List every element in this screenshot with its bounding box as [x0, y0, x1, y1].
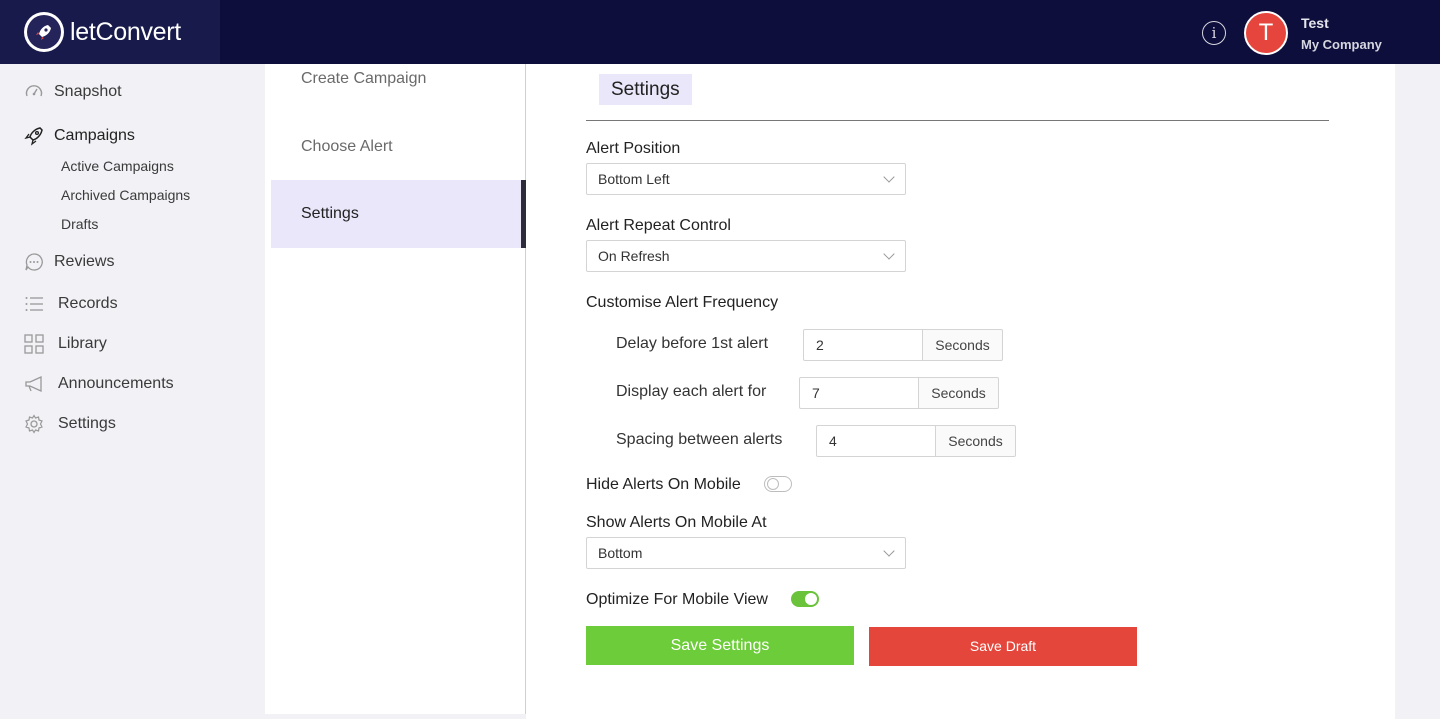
page-title: Settings: [599, 74, 692, 105]
delay-label: Delay before 1st alert: [616, 335, 769, 352]
frequency-label: Customise Alert Frequency: [586, 294, 779, 311]
sidebar-item-reviews[interactable]: Reviews: [24, 252, 114, 272]
sidebar-item-announcements[interactable]: Announcements: [24, 374, 174, 394]
campaign-steps: Create Campaign Choose Alert Settings: [265, 64, 526, 714]
user-name[interactable]: Test: [1301, 15, 1329, 31]
alert-position-select[interactable]: Bottom Left: [586, 163, 906, 195]
delay-input[interactable]: 2: [803, 329, 923, 361]
display-unit: Seconds: [919, 377, 999, 409]
spacing-field: 4 Seconds: [816, 425, 1016, 457]
repeat-control-select[interactable]: On Refresh: [586, 240, 906, 272]
sidebar-item-label: Campaigns: [54, 127, 135, 144]
display-input[interactable]: 7: [799, 377, 919, 409]
step-choose-alert[interactable]: Choose Alert: [301, 138, 393, 156]
alert-position-label: Alert Position: [586, 140, 681, 157]
sidebar-item-settings[interactable]: Settings: [24, 414, 116, 434]
logo-prefix: let: [70, 17, 96, 46]
sidebar-item-label: Settings: [58, 415, 116, 432]
save-settings-button[interactable]: Save Settings: [586, 626, 854, 665]
spacing-label: Spacing between alerts: [616, 431, 783, 448]
sidebar-subitem-active-campaigns[interactable]: Active Campaigns: [61, 158, 174, 174]
grid-icon: [24, 334, 44, 354]
toggle-knob: [767, 478, 779, 490]
step-settings-label: Settings: [301, 205, 359, 222]
repeat-control-value: On Refresh: [598, 248, 670, 264]
gear-icon: [24, 414, 44, 434]
display-label: Display each alert for: [616, 383, 767, 400]
step-create-campaign[interactable]: Create Campaign: [301, 70, 426, 88]
list-icon: [24, 294, 44, 314]
sidebar-subitem-drafts[interactable]: Drafts: [61, 216, 98, 232]
optimize-mobile-label: Optimize For Mobile View: [586, 591, 768, 608]
settings-panel: Settings Alert Position Bottom Left Aler…: [526, 64, 1395, 719]
logo[interactable]: letConvert: [0, 0, 220, 64]
step-settings[interactable]: Settings: [271, 180, 526, 248]
sidebar-item-label: Reviews: [54, 253, 115, 270]
delay-field: 2 Seconds: [803, 329, 1003, 361]
sidebar-item-label: Snapshot: [54, 83, 122, 100]
chevron-down-icon: [883, 248, 895, 260]
chat-bubble-icon: [24, 252, 44, 272]
spacing-input[interactable]: 4: [816, 425, 936, 457]
chevron-down-icon: [883, 171, 895, 183]
hide-mobile-toggle[interactable]: [764, 476, 792, 492]
rocket-icon: [24, 126, 44, 146]
alert-position-value: Bottom Left: [598, 171, 670, 187]
title-divider: [586, 120, 1329, 121]
sidebar-item-library[interactable]: Library: [24, 334, 107, 354]
display-field: 7 Seconds: [799, 377, 999, 409]
top-bar: letConvert i T Test My Company: [0, 0, 1440, 64]
mobile-position-value: Bottom: [598, 545, 643, 561]
rocket-logo-icon: [24, 12, 64, 52]
repeat-control-label: Alert Repeat Control: [586, 217, 731, 234]
sidebar-subitem-archived-campaigns[interactable]: Archived Campaigns: [61, 187, 190, 203]
megaphone-icon: [24, 374, 44, 394]
chevron-down-icon: [883, 545, 895, 557]
mobile-position-label: Show Alerts On Mobile At: [586, 514, 767, 531]
hide-mobile-label: Hide Alerts On Mobile: [586, 476, 741, 493]
spacing-unit: Seconds: [936, 425, 1016, 457]
delay-unit: Seconds: [923, 329, 1003, 361]
logo-suffix: Convert: [95, 17, 182, 46]
sidebar-item-label: Records: [58, 295, 118, 312]
info-icon[interactable]: i: [1202, 21, 1226, 45]
user-company[interactable]: My Company: [1301, 37, 1382, 52]
sidebar: Snapshot Campaigns Active Campaigns Arch…: [0, 64, 265, 719]
avatar[interactable]: T: [1244, 11, 1288, 55]
speedometer-icon: [24, 82, 44, 102]
optimize-mobile-toggle[interactable]: [791, 591, 819, 607]
sidebar-item-campaigns[interactable]: Campaigns: [24, 126, 135, 146]
toggle-knob: [805, 593, 817, 605]
sidebar-item-records[interactable]: Records: [24, 294, 118, 314]
sidebar-item-label: Announcements: [58, 375, 174, 392]
sidebar-item-label: Library: [58, 335, 107, 352]
save-draft-button[interactable]: Save Draft: [869, 627, 1137, 666]
mobile-position-select[interactable]: Bottom: [586, 537, 906, 569]
sidebar-item-snapshot[interactable]: Snapshot: [24, 82, 122, 102]
logo-text: letConvert: [70, 18, 181, 47]
